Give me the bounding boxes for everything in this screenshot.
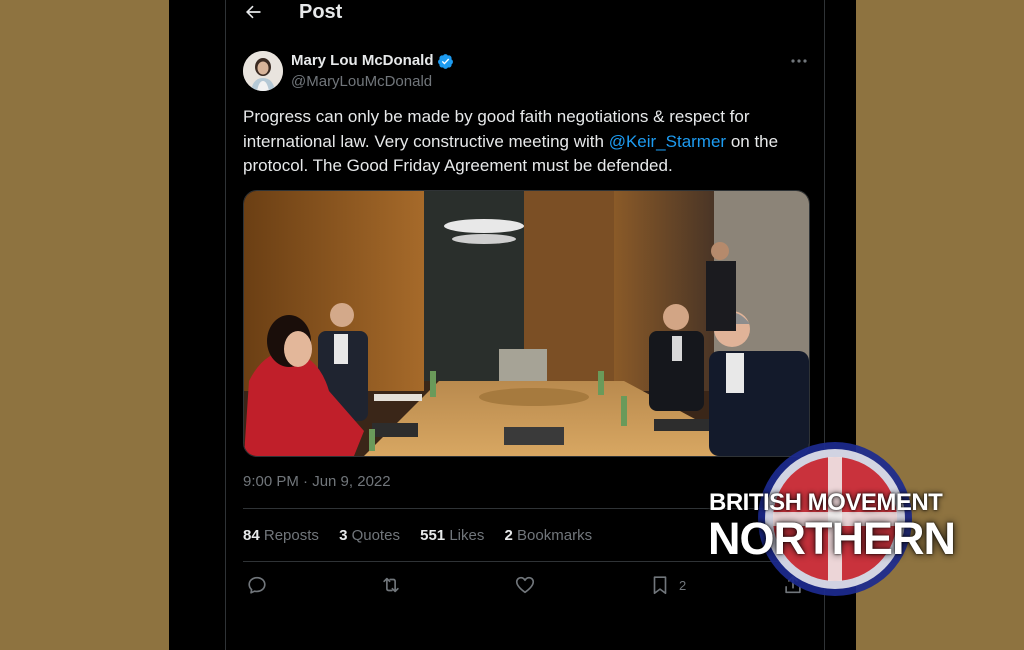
repost-button[interactable] xyxy=(380,572,402,598)
mention-link[interactable]: @Keir_Starmer xyxy=(609,132,726,151)
post-header: Post xyxy=(226,0,824,26)
author-name[interactable]: Mary Lou McDonald xyxy=(291,52,434,69)
meeting-photo-image xyxy=(244,191,809,456)
tweet-photo[interactable] xyxy=(243,190,810,457)
reply-button[interactable] xyxy=(246,572,268,598)
arrow-left-icon[interactable] xyxy=(243,2,263,22)
avatar-image xyxy=(243,51,283,91)
stat-label: Quotes xyxy=(351,527,400,544)
stat-label: Reposts xyxy=(263,527,319,544)
watermark-line2: NORTHERN xyxy=(708,513,956,564)
stat-likes[interactable]: 551 Likes xyxy=(420,527,484,544)
stat-count: 551 xyxy=(420,527,446,544)
more-options-icon[interactable] xyxy=(790,54,808,68)
bookmark-icon xyxy=(653,576,667,595)
stat-count: 2 xyxy=(504,527,513,544)
like-button[interactable] xyxy=(514,572,536,598)
engagement-stats: 84 Reposts 3 Quotes 551 Likes 2 Bookmark… xyxy=(243,527,608,544)
stat-reposts[interactable]: 84 Reposts xyxy=(243,527,319,544)
verified-badge-icon xyxy=(438,54,453,69)
page-title: Post xyxy=(299,1,343,23)
stat-quotes[interactable]: 3 Quotes xyxy=(339,527,400,544)
avatar[interactable] xyxy=(243,51,283,91)
watermark-logo: BRITISH MOVEMENT NORTHERN xyxy=(700,438,970,608)
bookmark-button[interactable]: 2 xyxy=(649,572,686,598)
stat-count: 3 xyxy=(339,527,348,544)
repost-icon xyxy=(383,577,399,593)
stat-bookmarks[interactable]: 2 Bookmarks xyxy=(505,527,593,544)
tweet-text: Progress can only be made by good faith … xyxy=(243,105,803,179)
tweet-timestamp[interactable]: 9:00 PM · Jun 9, 2022 xyxy=(243,473,391,490)
reply-icon xyxy=(248,576,266,594)
stat-count: 84 xyxy=(243,527,260,544)
stat-label: Bookmarks xyxy=(517,527,593,544)
stat-label: Likes xyxy=(449,527,485,544)
heart-icon xyxy=(515,576,535,594)
bookmark-count: 2 xyxy=(679,577,687,593)
author-handle[interactable]: @MaryLouMcDonald xyxy=(291,73,432,90)
